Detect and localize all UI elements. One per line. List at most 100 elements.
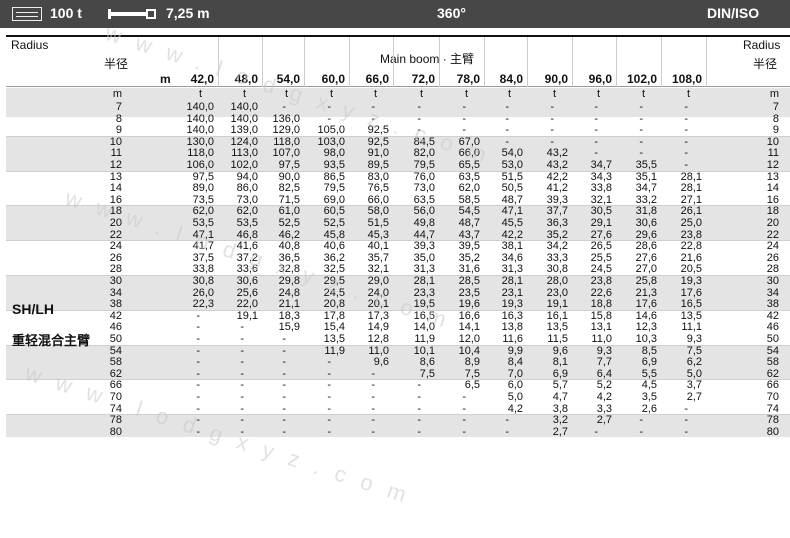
capacity-cell: - bbox=[196, 321, 200, 334]
capacity-cell: - bbox=[505, 425, 509, 438]
standard-label: DIN/ISO bbox=[707, 5, 760, 21]
capacity-cell: 93,5 bbox=[323, 159, 345, 171]
capacity-cell: 34,7 bbox=[590, 159, 612, 171]
capacity-cell: 33,2 bbox=[635, 193, 657, 206]
capacity-cell: 31,3 bbox=[501, 263, 523, 276]
capacity-cell: - bbox=[282, 402, 286, 415]
radius-label-right-cn: 半径 bbox=[753, 57, 778, 71]
capacity-cell: 23,8 bbox=[590, 275, 612, 287]
capacity-cell: 19,1 bbox=[546, 298, 568, 311]
capacity-cell: 34,6 bbox=[501, 251, 523, 264]
capacity-cell: 16,1 bbox=[546, 309, 568, 322]
capacity-cell: 14,9 bbox=[367, 321, 389, 334]
capacity-cell: 27,0 bbox=[635, 263, 657, 276]
capacity-cell: 118,0 bbox=[273, 135, 300, 148]
capacity-cell: - bbox=[327, 379, 331, 392]
capacity-cell: - bbox=[684, 402, 688, 415]
capacity-cell: 31,8 bbox=[635, 205, 657, 218]
capacity-cell: 13,1 bbox=[590, 321, 612, 334]
radius-value: 38 bbox=[109, 298, 122, 311]
capacity-cell: 97,5 bbox=[278, 159, 300, 171]
radius-value: 11 bbox=[110, 147, 122, 160]
capacity-cell: 9,3 bbox=[596, 344, 612, 357]
capacity-cell: 26,5 bbox=[590, 240, 612, 253]
capacity-cell: 33,8 bbox=[192, 263, 214, 276]
capacity-cell: - bbox=[327, 367, 331, 380]
capacity-cell: 39,5 bbox=[458, 240, 480, 253]
capacity-cell: 36,2 bbox=[323, 251, 345, 264]
boom-length-value: 7,25 m bbox=[166, 5, 210, 21]
capacity-cell: 13,5 bbox=[323, 333, 345, 345]
capacity-cell: 31,6 bbox=[458, 263, 480, 276]
capacity-cell: 35,0 bbox=[413, 251, 435, 264]
capacity-unit: t bbox=[198, 88, 202, 100]
capacity-cell: - bbox=[371, 391, 375, 403]
capacity-cell: 60,5 bbox=[323, 205, 345, 218]
capacity-cell: - bbox=[371, 425, 375, 438]
capacity-cell: 62,0 bbox=[458, 182, 480, 195]
capacity-cell: 107,0 bbox=[272, 147, 300, 160]
boom-length-header: 66,0 bbox=[365, 72, 389, 86]
capacity-cell: 23,5 bbox=[458, 286, 480, 299]
capacity-cell: 113,0 bbox=[231, 147, 258, 160]
capacity-cell: 19,1 bbox=[236, 309, 258, 322]
radius-value: 9 bbox=[115, 124, 122, 137]
capacity-cell: 54,5 bbox=[458, 205, 480, 218]
capacity-cell: - bbox=[462, 112, 466, 125]
capacity-cell: 53,5 bbox=[236, 217, 258, 229]
capacity-cell: 29,1 bbox=[590, 217, 612, 229]
radius-label-left-cn: 半径 bbox=[104, 57, 129, 71]
capacity-cell: 30,5 bbox=[590, 205, 612, 218]
capacity-cell: 5,5 bbox=[641, 367, 657, 380]
capacity-cell: 28,1 bbox=[680, 182, 702, 195]
capacity-unit: t bbox=[596, 88, 600, 100]
capacity-cell: 6,9 bbox=[641, 356, 657, 369]
capacity-cell: 25,8 bbox=[635, 275, 657, 287]
capacity-cell: 17,6 bbox=[680, 286, 702, 299]
boom-length-header: 108,0 bbox=[671, 72, 702, 86]
capacity-cell: - bbox=[550, 101, 554, 113]
capacity-cell: 4,7 bbox=[552, 391, 568, 403]
radius-value-right: 26 bbox=[766, 251, 779, 264]
capacity-cell: 28,1 bbox=[413, 275, 435, 287]
capacity-cell: - bbox=[550, 124, 554, 137]
capacity-cell: 19,3 bbox=[680, 275, 702, 287]
radius-value-right: 12 bbox=[766, 159, 779, 171]
boom-length-header: 84,0 bbox=[499, 72, 523, 86]
capacity-cell: - bbox=[462, 414, 466, 427]
capacity-cell: 26,0 bbox=[192, 286, 214, 299]
radius-value-right: 18 bbox=[766, 205, 779, 218]
capacity-cell: 62,0 bbox=[192, 205, 214, 218]
radius-value: 13 bbox=[109, 170, 122, 183]
capacity-cell: - bbox=[505, 124, 509, 137]
capacity-cell: - bbox=[196, 344, 200, 357]
capacity-cell: 35,2 bbox=[546, 228, 568, 241]
capacity-unit: t bbox=[507, 88, 511, 100]
capacity-cell: 27,6 bbox=[635, 251, 657, 264]
capacity-cell: 58,5 bbox=[458, 193, 480, 206]
capacity-cell: 5,0 bbox=[686, 367, 702, 380]
radius-value-right: 50 bbox=[766, 333, 779, 345]
capacity-cell: 15,9 bbox=[278, 321, 300, 334]
capacity-cell: 30,6 bbox=[635, 217, 657, 229]
capacity-cell: 90,0 bbox=[278, 170, 300, 183]
capacity-cell: - bbox=[282, 414, 286, 427]
boom-length-header: 96,0 bbox=[588, 72, 612, 86]
capacity-cell: - bbox=[282, 367, 286, 380]
capacity-cell: - bbox=[240, 344, 244, 357]
radius-value: 8 bbox=[115, 112, 122, 125]
capacity-cell: 46,2 bbox=[278, 228, 300, 241]
capacity-cell: - bbox=[327, 356, 331, 369]
capacity-cell: 8,9 bbox=[464, 356, 480, 369]
capacity-cell: 94,0 bbox=[236, 170, 258, 183]
capacity-cell: 28,6 bbox=[635, 240, 657, 253]
radius-value: 58 bbox=[109, 356, 122, 369]
boom-length-header: 78,0 bbox=[456, 72, 480, 86]
capacity-cell: 39,3 bbox=[413, 240, 435, 253]
capacity-cell: 18,8 bbox=[590, 298, 612, 311]
group-rule bbox=[6, 240, 790, 242]
capacity-unit: t bbox=[686, 88, 690, 100]
capacity-cell: - bbox=[462, 425, 466, 438]
capacity-cell: 8,5 bbox=[641, 344, 657, 357]
capacity-cell: - bbox=[417, 379, 421, 392]
